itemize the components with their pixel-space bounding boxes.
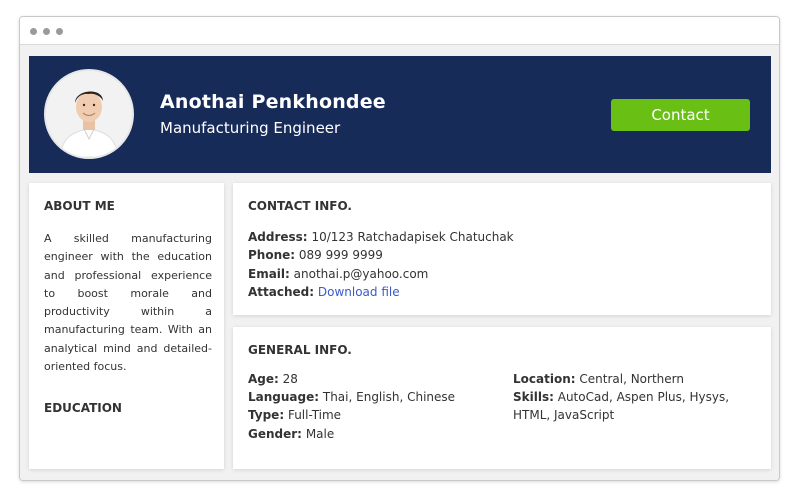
phone-row: Phone: 089 999 9999	[248, 248, 383, 262]
general-info-title: GENERAL INFO.	[248, 343, 352, 357]
phone-label: Phone:	[248, 248, 296, 262]
type-label: Type:	[248, 408, 285, 422]
window-dot-icon	[30, 28, 37, 35]
address-label: Address:	[248, 230, 308, 244]
phone-value: 089 999 9999	[298, 248, 383, 262]
page-content: Anothai Penkhondee Manufacturing Enginee…	[20, 45, 779, 480]
profile-role: Manufacturing Engineer	[160, 119, 341, 137]
attached-row: Attached: Download file	[248, 285, 400, 299]
language-label: Language:	[248, 390, 320, 404]
gender-row: Gender: Male	[248, 427, 334, 441]
gender-label: Gender:	[248, 427, 302, 441]
education-title: EDUCATION	[44, 401, 122, 415]
age-row: Age: 28	[248, 372, 298, 386]
window-titlebar	[20, 17, 779, 45]
window-dot-icon	[56, 28, 63, 35]
language-value: Thai, English, Chinese	[322, 390, 456, 404]
avatar	[44, 69, 134, 159]
location-value: Central, Northern	[579, 372, 684, 386]
about-text: A skilled manufacturing engineer with th…	[44, 232, 212, 374]
email-value: anothai.p@yahoo.com	[293, 267, 429, 281]
email-row: Email: anothai.p@yahoo.com	[248, 267, 428, 281]
person-photo-icon	[46, 71, 132, 157]
location-label: Location:	[513, 372, 576, 386]
contact-info-title: CONTACT INFO.	[248, 199, 352, 213]
about-title: ABOUT ME	[44, 199, 115, 213]
skills-row: Skills: AutoCad, Aspen Plus, Hysys,	[513, 390, 729, 404]
browser-window: Anothai Penkhondee Manufacturing Enginee…	[19, 16, 780, 481]
age-value: 28	[282, 372, 298, 386]
attached-label: Attached:	[248, 285, 315, 299]
contact-button[interactable]: Contact	[611, 99, 750, 131]
about-card: ABOUT ME A skilled manufacturing enginee…	[29, 183, 224, 469]
email-label: Email:	[248, 267, 290, 281]
profile-name: Anothai Penkhondee	[160, 91, 386, 113]
skills-value-line1: AutoCad, Aspen Plus, Hysys,	[557, 390, 730, 404]
profile-header: Anothai Penkhondee Manufacturing Enginee…	[29, 56, 771, 173]
download-file-link[interactable]: Download file	[318, 285, 400, 299]
address-value: 10/123 Ratchadapisek Chatuchak	[311, 230, 514, 244]
window-dot-icon	[43, 28, 50, 35]
skills-value-line2: HTML, JavaScript	[513, 408, 615, 422]
contact-info-card: CONTACT INFO. Address: 10/123 Ratchadapi…	[233, 183, 771, 315]
type-value: Full-Time	[287, 408, 342, 422]
gender-value: Male	[305, 427, 335, 441]
language-row: Language: Thai, English, Chinese	[248, 390, 455, 404]
skills-label: Skills:	[513, 390, 554, 404]
location-row: Location: Central, Northern	[513, 372, 684, 386]
age-label: Age:	[248, 372, 279, 386]
type-row: Type: Full-Time	[248, 408, 341, 422]
general-info-card: GENERAL INFO. Age: 28 Language: Thai, En…	[233, 327, 771, 469]
address-row: Address: 10/123 Ratchadapisek Chatuchak	[248, 230, 514, 244]
